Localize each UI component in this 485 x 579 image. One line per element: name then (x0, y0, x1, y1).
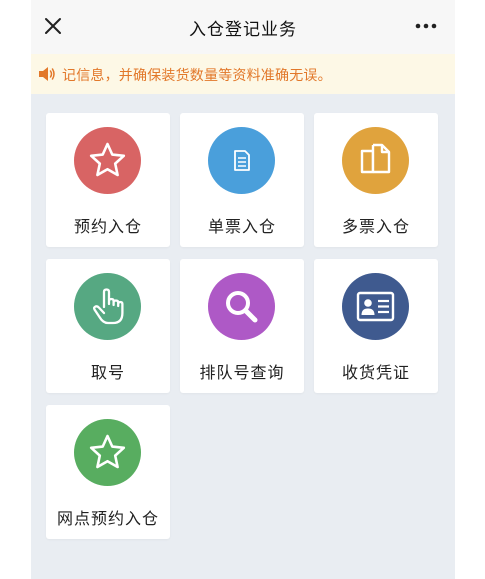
icon-circle (342, 127, 409, 194)
icon-circle (208, 273, 275, 340)
service-card-single-ticket[interactable]: 单票入仓 (180, 113, 304, 247)
top-bar: 入仓登记业务 (31, 0, 455, 54)
icon-circle (208, 127, 275, 194)
speaker-icon (39, 67, 55, 81)
documents-icon (360, 143, 391, 174)
card-label: 预约入仓 (73, 217, 142, 236)
page-title: 入仓登记业务 (189, 20, 297, 40)
screen: 入仓登记业务 记信息，并确保装货数量等资料准确无误。 预约入仓 单票入仓 多票入… (0, 0, 485, 579)
service-card-take-number[interactable]: 取号 (46, 259, 170, 393)
card-label: 收货凭证 (341, 363, 410, 382)
service-card-outlet-appointment[interactable]: 网点预约入仓 (46, 405, 170, 539)
star-icon (89, 142, 126, 177)
star-icon (89, 434, 126, 469)
icon-circle (342, 273, 409, 340)
card-label: 多票入仓 (341, 217, 410, 236)
more-button[interactable] (413, 16, 439, 36)
document-icon (234, 150, 250, 171)
service-card-receipt[interactable]: 收货凭证 (314, 259, 438, 393)
service-card-appointment[interactable]: 预约入仓 (46, 113, 170, 247)
service-card-multi-ticket[interactable]: 多票入仓 (314, 113, 438, 247)
card-label: 排队号查询 (199, 363, 285, 382)
card-label: 取号 (90, 363, 125, 382)
hand-pointer-icon (93, 288, 124, 325)
icon-circle (74, 273, 141, 340)
card-label: 单票入仓 (207, 217, 276, 236)
search-icon (226, 291, 258, 323)
notice-text: 记信息，并确保装货数量等资料准确无误。 (62, 68, 332, 84)
app-container: 入仓登记业务 记信息，并确保装货数量等资料准确无误。 预约入仓 单票入仓 多票入… (31, 0, 455, 579)
service-card-queue-query[interactable]: 排队号查询 (180, 259, 304, 393)
icon-circle (74, 419, 141, 486)
icon-circle (74, 127, 141, 194)
card-label: 网点预约入仓 (56, 509, 159, 528)
notice-bar: 记信息，并确保装货数量等资料准确无误。 (31, 54, 455, 94)
id-card-icon (356, 291, 395, 322)
more-icon (415, 23, 437, 29)
